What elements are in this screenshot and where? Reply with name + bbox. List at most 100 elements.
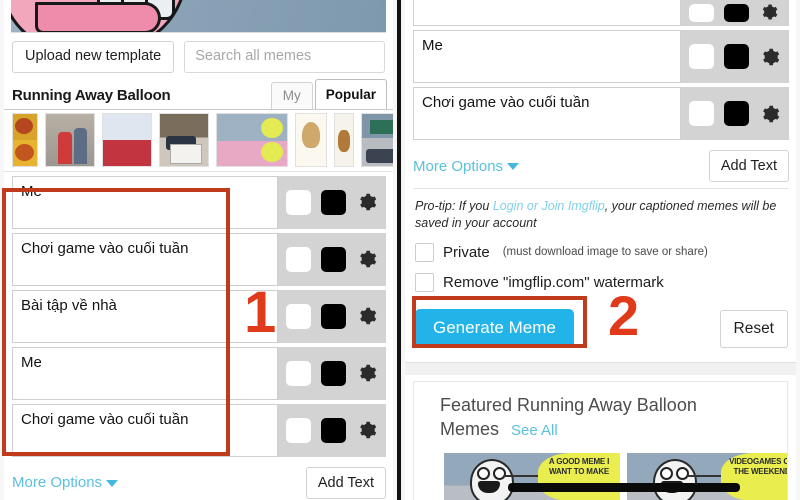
caption-tools <box>278 403 386 457</box>
caption-text-input[interactable] <box>413 0 681 26</box>
balloon-string <box>504 475 538 478</box>
template-thumbnail[interactable] <box>102 112 152 167</box>
template-thumbnail[interactable] <box>295 112 327 167</box>
watermark-option-row: Remove "imgflip.com" watermark <box>405 272 796 292</box>
caption-text-input[interactable]: Chơi game vào cuối tuần <box>12 232 278 286</box>
section-gap <box>405 361 796 375</box>
balloon-string <box>687 475 721 478</box>
text-color-swatch[interactable] <box>689 101 714 126</box>
text-color-swatch[interactable] <box>286 189 311 215</box>
caption-tools <box>278 346 386 400</box>
text-color-swatch[interactable] <box>286 246 311 272</box>
template-name-label: Running Away Balloon <box>12 86 171 104</box>
featured-title-text: Featured Running Away Balloon Memes <box>440 394 697 439</box>
meme-character-head <box>653 459 697 500</box>
pro-tip-prefix: Pro-tip: If you <box>415 199 493 213</box>
caption-row: Chơi game vào cuối tuần <box>4 403 393 457</box>
more-options-toggle[interactable]: More Options <box>12 474 306 491</box>
featured-meme-thumbnail[interactable]: VIDEOGAMES ON THE WEEKEND <box>627 453 788 500</box>
caption-text-input[interactable]: Bài tập về nhà <box>12 289 278 343</box>
featured-meme-thumbnail[interactable]: A GOOD MEME I WANT TO MAKE <box>444 453 620 500</box>
add-text-button[interactable]: Add Text <box>305 466 386 499</box>
featured-thumbnails: A GOOD MEME I WANT TO MAKE VIDEOGAMES ON… <box>444 453 787 500</box>
gear-icon[interactable] <box>356 248 378 270</box>
gear-icon[interactable] <box>356 362 378 384</box>
caption-text-input[interactable]: Chơi game vào cuối tuần <box>413 87 681 140</box>
tab-popular[interactable]: Popular <box>314 79 387 109</box>
text-color-swatch[interactable] <box>286 303 311 329</box>
login-join-link[interactable]: Login or Join Imgflip <box>493 199 605 213</box>
search-memes-input[interactable]: Search all memes <box>184 41 385 73</box>
text-color-swatch[interactable] <box>689 44 714 69</box>
outline-color-swatch[interactable] <box>321 417 346 443</box>
balloon-caption: VIDEOGAMES ON THE WEEKEND <box>729 457 788 477</box>
gear-icon[interactable] <box>356 305 378 327</box>
outline-color-swatch[interactable] <box>724 4 749 22</box>
caption-tools <box>681 87 789 140</box>
caption-row: Me <box>4 175 393 229</box>
right-panel: Me Chơi game vào cuối tuần More Options … <box>400 0 800 500</box>
caption-tools <box>278 232 386 286</box>
gear-icon[interactable] <box>356 419 378 441</box>
upload-new-template-button[interactable]: Upload new template <box>12 41 175 73</box>
caption-text-input[interactable]: Me <box>12 346 278 400</box>
template-thumbnail[interactable] <box>45 112 95 167</box>
gear-icon[interactable] <box>759 103 781 125</box>
remove-watermark-checkbox[interactable] <box>415 272 434 292</box>
outline-color-swatch[interactable] <box>321 246 346 272</box>
text-color-swatch[interactable] <box>689 4 714 22</box>
template-thumbnail[interactable] <box>361 112 393 167</box>
left-footer-row: More Options Add Text <box>4 461 393 499</box>
template-tabs: My Popular <box>270 79 387 109</box>
private-checkbox[interactable] <box>415 242 434 262</box>
gear-icon[interactable] <box>759 2 781 24</box>
add-text-button[interactable]: Add Text <box>708 150 789 182</box>
template-thumbnail[interactable] <box>216 112 288 167</box>
generate-meme-button[interactable]: Generate Meme <box>415 309 574 349</box>
more-options-toggle[interactable]: More Options <box>413 158 709 175</box>
featured-memes-section: Featured Running Away Balloon Memes See A… <box>413 380 788 500</box>
remove-watermark-label: Remove "imgflip.com" watermark <box>443 273 664 291</box>
text-color-swatch[interactable] <box>286 360 311 386</box>
template-thumbnail[interactable] <box>159 112 209 167</box>
balloon-caption: A GOOD MEME I WANT TO MAKE <box>548 457 610 477</box>
caption-tools <box>278 175 386 229</box>
upload-search-row: Upload new template Search all memes <box>4 33 393 80</box>
outline-color-swatch[interactable] <box>724 44 749 69</box>
meme-character-head <box>470 459 514 500</box>
private-sublabel: (must download image to save or share) <box>502 246 708 259</box>
caption-row: Bài tập về nhà <box>4 289 393 343</box>
gear-icon[interactable] <box>759 46 781 68</box>
outline-color-swatch[interactable] <box>321 189 346 215</box>
caption-tools <box>278 289 386 343</box>
censor-bar-overlay <box>508 483 740 493</box>
template-thumbnail-strip[interactable] <box>4 109 393 172</box>
caption-tools <box>681 0 789 26</box>
outline-color-swatch[interactable] <box>321 303 346 329</box>
action-row: Generate Meme Reset <box>405 306 796 352</box>
gear-icon[interactable] <box>356 191 378 213</box>
right-footer-row: More Options Add Text <box>405 144 796 182</box>
pro-tip-text: Pro-tip: If you Login or Join Imgflip, y… <box>405 189 796 232</box>
featured-title: Featured Running Away Balloon Memes See A… <box>440 394 740 442</box>
left-caption-list: Me Chơi game vào cuối tuần Bài tập về nh… <box>4 172 393 457</box>
template-preview-image[interactable] <box>11 0 386 33</box>
left-panel: Upload new template Search all memes Run… <box>0 0 400 500</box>
caption-text-input[interactable]: Chơi game vào cuối tuần <box>12 403 278 457</box>
caption-row: Me <box>4 346 393 400</box>
private-label: Private <box>443 243 490 261</box>
reset-button[interactable]: Reset <box>719 309 788 348</box>
caption-text-input[interactable]: Me <box>12 175 278 229</box>
text-color-swatch[interactable] <box>286 417 311 443</box>
template-thumbnail[interactable] <box>334 112 354 167</box>
see-all-link[interactable]: See All <box>511 422 558 439</box>
preview-tongue <box>35 2 161 32</box>
caption-text-input[interactable]: Me <box>413 30 681 83</box>
tab-my[interactable]: My <box>270 82 313 109</box>
outline-color-swatch[interactable] <box>321 360 346 386</box>
more-options-label: More Options <box>12 474 103 492</box>
template-thumbnail[interactable] <box>12 112 38 167</box>
caption-row: Me <box>405 30 796 83</box>
chevron-down-icon <box>106 479 119 487</box>
outline-color-swatch[interactable] <box>724 101 749 126</box>
